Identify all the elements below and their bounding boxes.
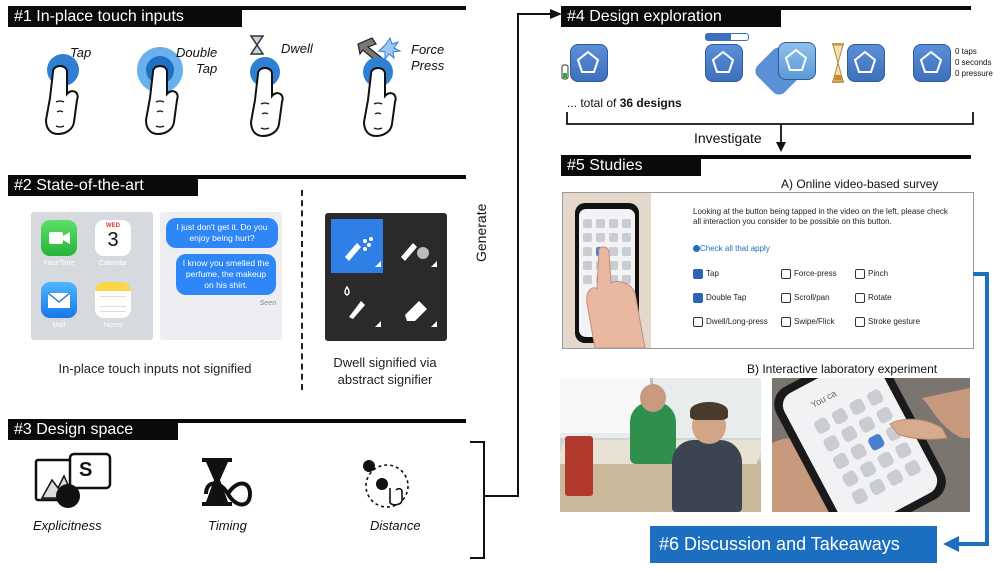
chat-seen-status: Seen bbox=[259, 300, 276, 307]
distance-label: Distance bbox=[370, 518, 421, 533]
video-camera-icon bbox=[49, 232, 70, 244]
survey-option[interactable]: Scroll/pan bbox=[781, 293, 830, 303]
survey-option-label: Force-press bbox=[794, 269, 837, 279]
notes-app-icon bbox=[95, 282, 131, 318]
chat-bubble-1: I just don't get it. Do you enjoy being … bbox=[166, 218, 278, 248]
caption-dwell-signified-2: abstract signifier bbox=[337, 372, 433, 387]
smudge-icon bbox=[401, 243, 437, 267]
facetime-app-label: FaceTime bbox=[43, 260, 75, 267]
discussion-takeaways-box: #6 Discussion and Takeaways bbox=[650, 526, 937, 563]
studies-to-discussion-arrow bbox=[943, 272, 989, 552]
calendar-date: 3 bbox=[107, 229, 119, 251]
section2-header-line bbox=[198, 175, 466, 179]
survey-option[interactable]: Dwell/Long-press bbox=[693, 317, 768, 327]
mail-app-icon bbox=[41, 282, 77, 318]
checkbox[interactable] bbox=[781, 293, 791, 303]
caption-dwell-signified-1: Dwell signified via bbox=[333, 355, 437, 370]
survey-hint: Check all that apply bbox=[693, 244, 770, 253]
checkbox[interactable] bbox=[855, 293, 865, 303]
calendar-app-label: Calendar bbox=[98, 260, 128, 267]
investigate-label: Investigate bbox=[694, 130, 762, 146]
distance-icon bbox=[363, 460, 409, 508]
survey-option-label: Double Tap bbox=[706, 293, 747, 303]
caption-not-signified: In-place touch inputs not signified bbox=[58, 361, 252, 376]
pentagon-overlay-icons bbox=[576, 48, 943, 73]
checkbox[interactable] bbox=[855, 317, 865, 327]
survey-option-label: Stroke gesture bbox=[868, 317, 921, 327]
survey-option[interactable]: Double Tap bbox=[693, 293, 746, 303]
mail-app-label: Mail bbox=[52, 322, 66, 329]
envelope-icon bbox=[47, 292, 71, 308]
eraser-icon bbox=[405, 301, 437, 327]
survey-option-label: Scroll/pan bbox=[794, 293, 830, 303]
checkbox[interactable] bbox=[781, 317, 791, 327]
explicitness-icon bbox=[34, 452, 112, 508]
online-survey-screenshot: Looking at the button being tapped in th… bbox=[562, 192, 974, 349]
timing-label: Timing bbox=[208, 518, 247, 533]
section3-header: #3 Design space bbox=[8, 419, 178, 440]
survey-hint-text: Check all that apply bbox=[700, 244, 770, 253]
section3-header-line bbox=[178, 419, 466, 423]
checkbox[interactable] bbox=[855, 269, 865, 279]
survey-question: Looking at the button being tapped in th… bbox=[693, 207, 948, 226]
tool-palette-screenshot bbox=[325, 213, 447, 341]
explicitness-s-letter: S bbox=[79, 459, 93, 481]
study-b-title: B) Interactive laboratory experiment bbox=[747, 362, 938, 376]
survey-option-label: Dwell/Long-press bbox=[706, 317, 768, 327]
survey-option[interactable]: Tap bbox=[693, 269, 719, 279]
checkbox[interactable] bbox=[693, 293, 703, 303]
survey-option[interactable]: Force-press bbox=[781, 269, 837, 279]
hourglass-infinity-icon bbox=[202, 458, 253, 507]
chat-screenshot: I just don't get it. Do you enjoy being … bbox=[160, 212, 282, 340]
survey-option-label: Tap bbox=[706, 269, 719, 279]
checkbox[interactable] bbox=[693, 317, 703, 327]
survey-option-label: Rotate bbox=[868, 293, 892, 303]
calendar-app-icon: WED 3 bbox=[95, 220, 131, 256]
divider-dashed bbox=[301, 190, 303, 390]
survey-option-label: Swipe/Flick bbox=[794, 317, 835, 327]
survey-option[interactable]: Stroke gesture bbox=[855, 317, 920, 327]
participant-2 bbox=[672, 440, 742, 512]
survey-video-panel bbox=[563, 193, 651, 348]
pointing-finger-photo bbox=[586, 246, 646, 348]
study-a-title: A) Online video-based survey bbox=[781, 177, 939, 191]
drop-brush-icon bbox=[344, 285, 381, 327]
survey-option[interactable]: Swipe/Flick bbox=[781, 317, 834, 327]
facetime-app-icon bbox=[41, 220, 77, 256]
chat-bubble-2: I know you smelled the perfume, the make… bbox=[176, 254, 276, 295]
checkbox[interactable] bbox=[693, 269, 703, 279]
survey-option-label: Pinch bbox=[868, 269, 889, 279]
notes-app-label: Notes bbox=[103, 322, 123, 329]
total-count: 36 designs bbox=[619, 96, 682, 110]
total-designs-text: ... total of 36 designs bbox=[567, 96, 682, 110]
info-icon bbox=[693, 245, 700, 253]
lab-photo-participants bbox=[560, 378, 761, 512]
survey-option[interactable]: Pinch bbox=[855, 269, 888, 279]
explicitness-label: Explicitness bbox=[33, 518, 102, 533]
ios-home-screenshot: FaceTime WED 3 Calendar Mail Notes bbox=[31, 212, 153, 340]
section2-header: #2 State-of-the-art bbox=[8, 175, 198, 196]
checkbox[interactable] bbox=[781, 269, 791, 279]
paint-brush-icon bbox=[345, 237, 381, 267]
total-prefix: ... total of bbox=[567, 96, 620, 110]
exploration-bracket bbox=[566, 112, 974, 152]
generate-label: Generate bbox=[473, 203, 489, 262]
tool-icons bbox=[344, 237, 437, 327]
survey-option[interactable]: Rotate bbox=[855, 293, 892, 303]
